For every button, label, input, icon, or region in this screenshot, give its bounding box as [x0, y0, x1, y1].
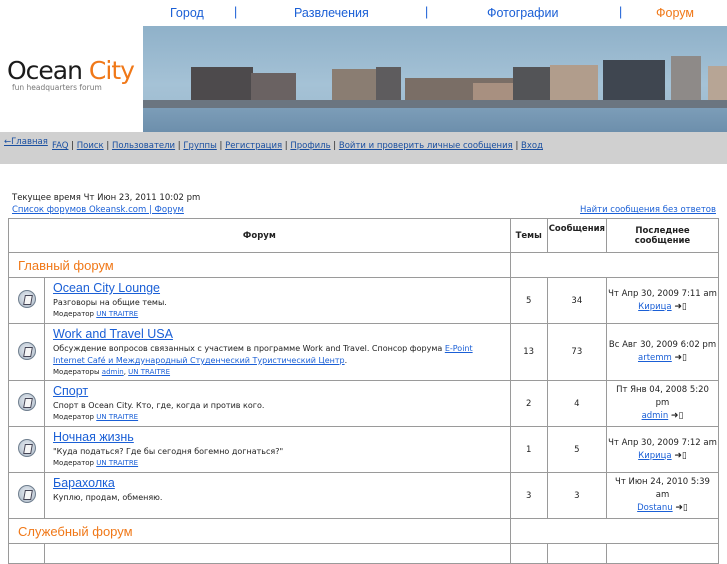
- view-latest-post-icon[interactable]: ➜▯: [675, 503, 688, 513]
- topics-count: 3: [509, 472, 548, 519]
- forum-title-link[interactable]: Спорт: [53, 384, 88, 398]
- topics-count: 5: [509, 277, 548, 324]
- moderator-link[interactable]: UN TRAITRE: [128, 368, 170, 376]
- forum-title-link[interactable]: Барахолка: [53, 476, 115, 490]
- last-post-date: Вс Авг 30, 2009 6:02 pm: [608, 340, 717, 350]
- last-post-date: Чт Июн 24, 2010 5:39 am: [615, 477, 710, 500]
- last-post-user[interactable]: Кирица: [638, 302, 671, 312]
- view-latest-post-icon[interactable]: ➜▯: [674, 451, 687, 461]
- nav-separator: |: [234, 5, 238, 19]
- last-post: Чт Апр 30, 2009 7:12 am Кирица ➜▯: [606, 426, 719, 473]
- forum-title-link[interactable]: Ночная жизнь: [53, 430, 134, 444]
- last-post-date: Чт Апр 30, 2009 7:12 am: [608, 437, 717, 448]
- users-link[interactable]: Пользователи: [112, 141, 175, 151]
- forum-description: Разговоры на общие темы.: [53, 298, 167, 307]
- topics-count: 13: [509, 323, 548, 381]
- posts-count: 34: [546, 277, 608, 324]
- last-post-user[interactable]: artemm: [638, 353, 672, 363]
- menu-links: FAQ | Поиск | Пользователи | Группы | Ре…: [52, 141, 543, 151]
- forum-row: [8, 543, 719, 564]
- nav-separator: |: [425, 5, 429, 19]
- forum-folder-icon: [17, 393, 36, 411]
- view-latest-post-icon[interactable]: ➜▯: [674, 302, 687, 312]
- category-row: Главный форум: [8, 252, 720, 278]
- nav-fotografii[interactable]: Фотографии: [487, 6, 558, 20]
- forum-row: Барахолка Куплю, продам, обменяю. 3 3 Чт…: [8, 472, 719, 519]
- view-latest-post-icon[interactable]: ➜▯: [671, 411, 684, 421]
- forum-description: Спорт в Ocean City. Кто, где, когда и пр…: [53, 401, 265, 410]
- moderator-link[interactable]: UN TRAITRE: [96, 413, 138, 421]
- header-last-post: Последнее сообщение: [606, 218, 719, 253]
- private-messages-link[interactable]: Войти и проверить личные сообщения: [339, 141, 513, 151]
- category-name[interactable]: Служебный форум: [8, 518, 511, 544]
- last-post-date: Чт Апр 30, 2009 7:11 am: [608, 288, 717, 299]
- register-link[interactable]: Регистрация: [225, 141, 282, 151]
- skyline-banner-image: [143, 26, 727, 132]
- logo-title: Ocean City: [7, 56, 135, 85]
- site-header: Ocean City fun headquarters forum: [0, 26, 727, 132]
- forum-title-link[interactable]: Ocean City Lounge: [53, 281, 160, 295]
- last-post: Вс Авг 30, 2009 6:02 pm artemm ➜▯: [606, 323, 719, 381]
- last-post-date: Пт Янв 04, 2008 5:20 pm: [616, 385, 709, 408]
- nav-razvlecheniya[interactable]: Развлечения: [294, 6, 369, 20]
- groups-link[interactable]: Группы: [183, 141, 216, 151]
- forum-folder-icon: [17, 485, 36, 503]
- site-logo[interactable]: Ocean City fun headquarters forum: [0, 26, 143, 132]
- nav-forum[interactable]: Форум: [656, 6, 694, 20]
- header-posts: Сообщения: [546, 218, 608, 253]
- last-post-user[interactable]: admin: [642, 411, 669, 421]
- moderator-link[interactable]: admin: [102, 368, 124, 376]
- posts-count: 3: [546, 472, 608, 519]
- forum-folder-icon: [17, 341, 36, 360]
- nav-gorod[interactable]: Город: [170, 6, 204, 20]
- posts-count: 5: [546, 426, 608, 473]
- last-post-user[interactable]: Dostanu: [637, 503, 673, 513]
- moderator-link[interactable]: UN TRAITRE: [96, 459, 138, 467]
- last-post: Чт Июн 24, 2010 5:39 am Dostanu ➜▯: [606, 472, 719, 519]
- forum-description: Куплю, продам, обменяю.: [53, 493, 163, 502]
- category-name[interactable]: Главный форум: [8, 252, 511, 278]
- last-post: Чт Апр 30, 2009 7:11 am Кирица ➜▯: [606, 277, 719, 324]
- forum-moderators: Модераторы admin, UN TRAITRE: [53, 368, 171, 376]
- search-link[interactable]: Поиск: [77, 141, 104, 151]
- login-link[interactable]: Вход: [521, 141, 543, 151]
- moderator-link[interactable]: UN TRAITRE: [96, 310, 138, 318]
- topics-count: 1: [509, 426, 548, 473]
- forum-row: Спорт Спорт в Ocean City. Кто, где, когд…: [8, 380, 719, 427]
- top-navigation: Город | Развлечения | Фотографии | Форум: [143, 0, 727, 26]
- forum-row: Ocean City Lounge Разговоры на общие тем…: [8, 277, 719, 324]
- forum-title-link[interactable]: Work and Travel USA: [53, 327, 173, 341]
- forum-moderators: Модератор UN TRAITRE: [53, 310, 139, 318]
- forum-description: "Куда податься? Где бы сегодня богемно д…: [53, 447, 284, 456]
- posts-count: 73: [546, 323, 608, 381]
- forum-moderators: Модератор UN TRAITRE: [53, 459, 139, 467]
- forum-row: Ночная жизнь "Куда податься? Где бы сего…: [8, 426, 719, 473]
- topics-count: 2: [509, 380, 548, 427]
- last-post: Пт Янв 04, 2008 5:20 pm admin ➜▯: [606, 380, 719, 427]
- header-topics: Темы: [509, 218, 548, 253]
- profile-link[interactable]: Профиль: [290, 141, 330, 151]
- category-row: Служебный форум: [8, 518, 720, 544]
- forum-folder-icon: [17, 290, 36, 308]
- forum-description: Обсуждение вопросов связанных с участием…: [53, 344, 473, 365]
- posts-count: 4: [546, 380, 608, 427]
- current-time: Текущее время Чт Июн 23, 2011 10:02 pm: [12, 193, 201, 203]
- breadcrumb[interactable]: Список форумов Okeansk.com | Форум: [12, 205, 184, 215]
- nav-separator: |: [619, 5, 623, 19]
- logo-tagline: fun headquarters forum: [12, 83, 102, 92]
- forum-row: Work and Travel USA Обсуждение вопросов …: [8, 323, 719, 381]
- forum-folder-icon: [17, 439, 36, 457]
- last-post-user[interactable]: Кирица: [638, 451, 671, 461]
- forum-table: Форум Темы Сообщения Последнее сообщение…: [8, 218, 720, 564]
- faq-link[interactable]: FAQ: [52, 141, 68, 151]
- home-link[interactable]: ←Главная: [4, 136, 48, 148]
- forum-moderators: Модератор UN TRAITRE: [53, 413, 139, 421]
- forum-menu-bar: ←Главная FAQ | Поиск | Пользователи | Гр…: [0, 132, 727, 164]
- view-latest-post-icon[interactable]: ➜▯: [675, 353, 688, 363]
- header-forum: Форум: [8, 218, 511, 253]
- unanswered-posts-link[interactable]: Найти сообщения без ответов: [580, 205, 716, 215]
- table-header-row: Форум Темы Сообщения Последнее сообщение: [8, 218, 719, 253]
